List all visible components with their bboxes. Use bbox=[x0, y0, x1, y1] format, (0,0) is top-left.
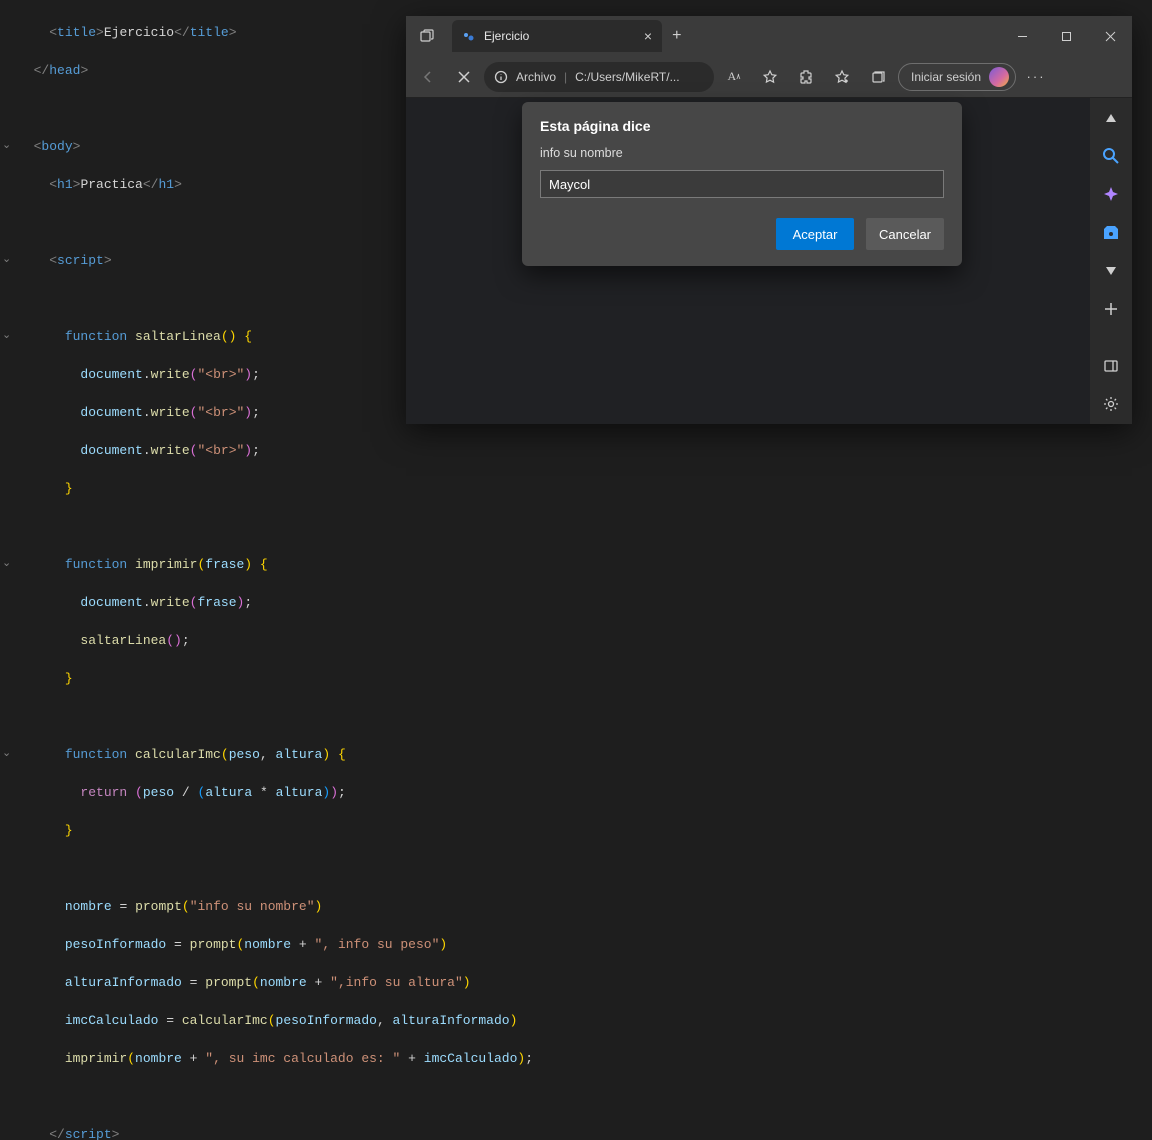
title-text: Ejercicio bbox=[104, 25, 174, 40]
browser-tab[interactable]: Ejercicio × bbox=[452, 20, 662, 52]
browser-titlebar: Ejercicio × + bbox=[406, 16, 1132, 56]
addr-path: C:/Users/MikeRT/... bbox=[575, 70, 679, 84]
minimize-button[interactable] bbox=[1000, 16, 1044, 56]
sidebar-search-icon[interactable] bbox=[1099, 146, 1123, 166]
window-close-button[interactable] bbox=[1088, 16, 1132, 56]
dialog-cancel-button[interactable]: Cancelar bbox=[866, 218, 944, 250]
address-bar[interactable]: Archivo | C:/Users/MikeRT/... bbox=[484, 62, 714, 92]
sidebar-shopping-icon[interactable] bbox=[1099, 223, 1123, 243]
maximize-button[interactable] bbox=[1044, 16, 1088, 56]
h1-text: Practica bbox=[80, 177, 142, 192]
sidebar-settings-icon[interactable] bbox=[1099, 394, 1123, 414]
favorite-icon[interactable] bbox=[754, 61, 786, 93]
sidebar-expand-icon[interactable] bbox=[1099, 261, 1123, 281]
favorites-bar-icon[interactable] bbox=[826, 61, 858, 93]
sidebar-collapse-icon[interactable] bbox=[1099, 108, 1123, 128]
fold-chevron[interactable]: ⌄ bbox=[2, 327, 11, 346]
collections-icon[interactable] bbox=[862, 61, 894, 93]
dialog-message: info su nombre bbox=[540, 146, 944, 160]
fold-chevron[interactable]: ⌄ bbox=[2, 555, 11, 574]
dialog-input[interactable] bbox=[540, 170, 944, 198]
fold-chevron[interactable]: ⌄ bbox=[2, 745, 11, 764]
browser-sidebar bbox=[1090, 98, 1132, 424]
fn-calcularimc: calcularImc bbox=[135, 747, 221, 762]
dialog-ok-button[interactable]: Aceptar bbox=[776, 218, 854, 250]
read-aloud-icon[interactable]: A٨ bbox=[718, 61, 750, 93]
signin-label: Iniciar sesión bbox=[911, 70, 981, 84]
settings-menu-icon[interactable]: ··· bbox=[1020, 61, 1052, 93]
tab-title: Ejercicio bbox=[484, 29, 529, 43]
tag-script: script bbox=[57, 253, 104, 268]
tag-title-open: title bbox=[57, 25, 96, 40]
browser-toolbar: Archivo | C:/Users/MikeRT/... A٨ Iniciar… bbox=[406, 56, 1132, 98]
back-button[interactable] bbox=[412, 61, 444, 93]
sidebar-add-icon[interactable] bbox=[1099, 299, 1123, 319]
tab-close-icon[interactable]: × bbox=[644, 28, 652, 44]
tag-body: body bbox=[41, 139, 72, 154]
stop-reload-button[interactable] bbox=[448, 61, 480, 93]
addr-scheme: Archivo bbox=[516, 70, 556, 84]
sidebar-copilot-icon[interactable] bbox=[1099, 185, 1123, 205]
tab-favicon-icon bbox=[462, 29, 476, 43]
fold-chevron[interactable]: ⌄ bbox=[2, 137, 11, 156]
browser-window: Ejercicio × + Archivo | C:/Users/MikeRT/… bbox=[406, 16, 1132, 424]
extensions-icon[interactable] bbox=[790, 61, 822, 93]
addr-separator: | bbox=[564, 70, 567, 84]
prompt-dialog: Esta página dice info su nombre Aceptar … bbox=[522, 102, 962, 266]
tab-actions-icon[interactable] bbox=[412, 21, 442, 51]
tag-head-close: head bbox=[49, 63, 80, 78]
sidebar-panel-icon[interactable] bbox=[1099, 356, 1123, 376]
site-info-icon[interactable] bbox=[494, 70, 508, 84]
fn-saltarlinea: saltarLinea bbox=[135, 329, 221, 344]
avatar bbox=[989, 67, 1009, 87]
fold-chevron[interactable]: ⌄ bbox=[2, 251, 11, 270]
new-tab-button[interactable]: + bbox=[672, 27, 682, 45]
dialog-title: Esta página dice bbox=[540, 118, 944, 134]
browser-content: Esta página dice info su nombre Aceptar … bbox=[406, 98, 1132, 424]
signin-button[interactable]: Iniciar sesión bbox=[898, 63, 1016, 91]
